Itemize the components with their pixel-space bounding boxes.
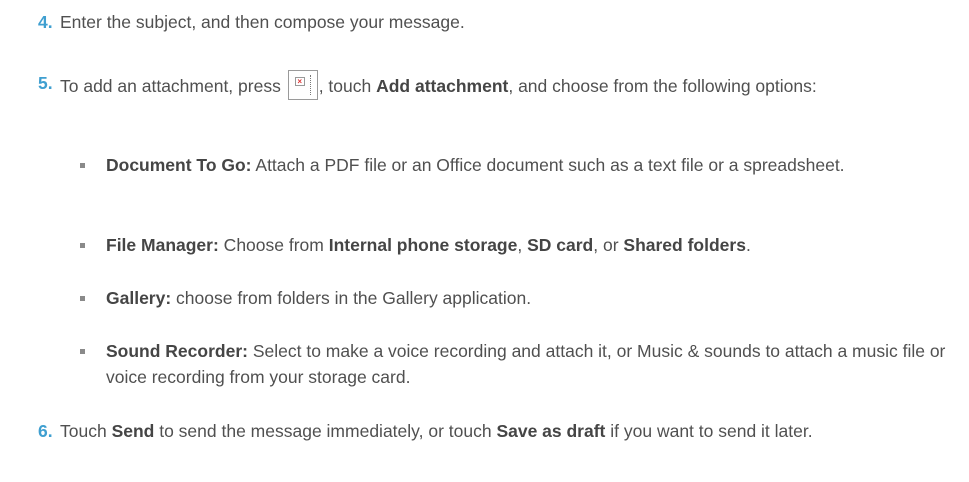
send-label: Send — [111, 421, 155, 441]
list-item: Gallery: choose from folders in the Gall… — [80, 285, 949, 311]
step-number: 6. — [38, 421, 53, 441]
step-4: 4. Enter the subject, and then compose y… — [38, 9, 949, 35]
list-item: Document To Go: Attach a PDF file or an … — [80, 152, 949, 178]
step-number: 4. — [38, 12, 53, 32]
menu-key-icon: × — [287, 70, 318, 100]
document-page: { "steps": [ { "number": "4.", "text": "… — [0, 0, 969, 482]
bullet-icon — [80, 296, 85, 301]
step-text: Touch Send to send the message immediate… — [60, 421, 813, 441]
list-item: Sound Recorder: Select to make a voice r… — [80, 338, 949, 390]
step-5: 5. To add an attachment, press ×, touch … — [38, 70, 949, 100]
list-item: File Manager: Choose from Internal phone… — [80, 232, 949, 258]
step-6: 6. Touch Send to send the message immedi… — [38, 418, 949, 444]
bullet-icon — [80, 243, 85, 248]
option-title: Sound Recorder: — [106, 341, 248, 361]
option-title: Gallery: — [106, 288, 172, 308]
step-text: Enter the subject, and then compose your… — [60, 12, 465, 32]
bullet-icon — [80, 349, 85, 354]
step-text: To add an attachment, press ×, touch Add… — [60, 70, 949, 100]
option-title: File Manager: — [106, 235, 219, 255]
save-as-draft-label: Save as draft — [496, 421, 606, 441]
step-number: 5. — [38, 73, 53, 93]
option-title: Document To Go: — [106, 155, 252, 175]
add-attachment-label: Add attachment — [376, 76, 509, 96]
bullet-icon — [80, 163, 85, 168]
